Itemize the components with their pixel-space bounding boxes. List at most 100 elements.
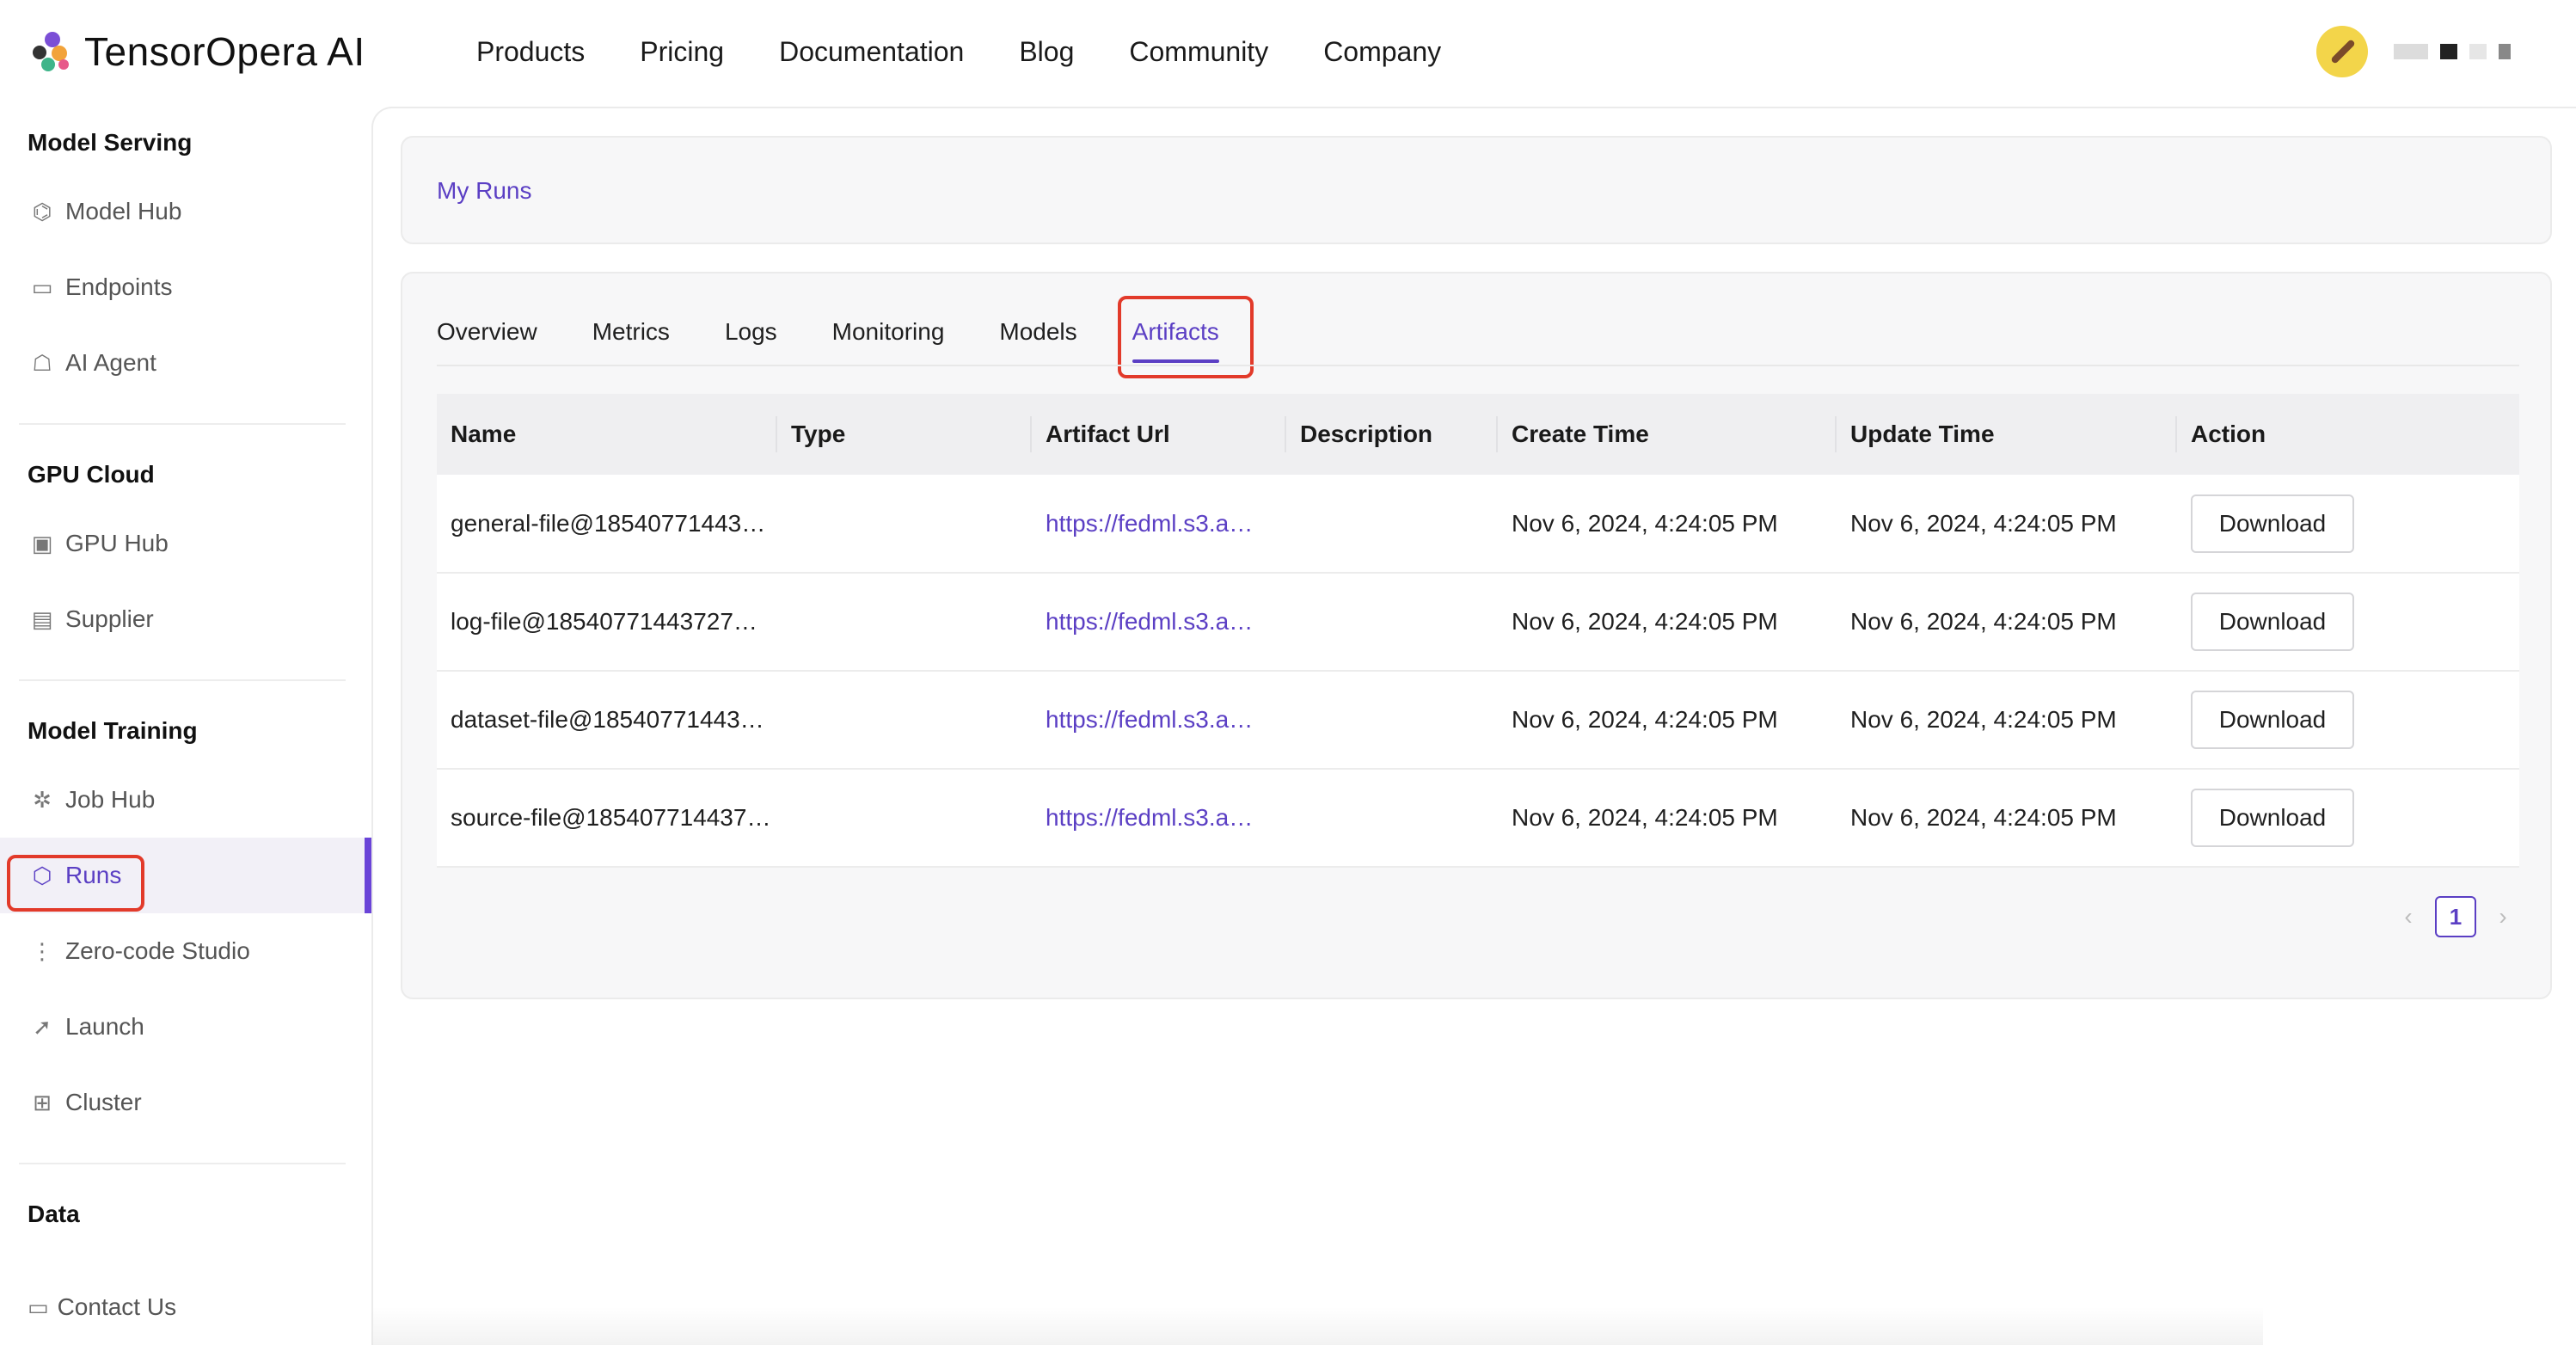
- artifact-create-time: Nov 6, 2024, 4:24:05 PM: [1498, 475, 1837, 574]
- artifact-type: [777, 671, 1032, 770]
- nav-company[interactable]: Company: [1323, 31, 1441, 72]
- sidebar-item-zero-code-studio[interactable]: ⋮ Zero-code Studio: [0, 913, 371, 989]
- artifact-url-link[interactable]: https://fedml.s3.a…: [1032, 671, 1286, 770]
- main-nav: Products Pricing Documentation Blog Comm…: [476, 31, 1496, 72]
- sidebar-divider: [19, 679, 346, 681]
- table-row: source-file@185407714437… https://fedml.…: [437, 769, 2519, 868]
- artifact-url-link[interactable]: https://fedml.s3.a…: [1032, 475, 1286, 574]
- artifact-name: dataset-file@18540771443…: [437, 671, 777, 770]
- top-header: TensorOpera AI Products Pricing Document…: [0, 0, 2576, 107]
- download-button[interactable]: Download: [2191, 789, 2354, 847]
- tab-overview[interactable]: Overview: [437, 313, 537, 351]
- nav-pricing[interactable]: Pricing: [640, 31, 724, 72]
- artifact-update-time: Nov 6, 2024, 4:24:05 PM: [1837, 671, 2177, 770]
- tab-logs[interactable]: Logs: [725, 313, 777, 351]
- nav-community[interactable]: Community: [1129, 31, 1268, 72]
- sidebar-item-label: Job Hub: [65, 786, 156, 813]
- sidebar-divider: [19, 423, 346, 425]
- table-row: dataset-file@18540771443… https://fedml.…: [437, 671, 2519, 770]
- sidebar-item-supplier[interactable]: ▤ Supplier: [0, 581, 371, 657]
- artifacts-table: Name Type Artifact Url Description Creat…: [437, 394, 2519, 868]
- prev-page-button[interactable]: ‹: [2395, 903, 2421, 930]
- section-model-training: Model Training: [28, 717, 198, 744]
- download-button[interactable]: Download: [2191, 494, 2354, 553]
- sidebar-item-label: Model Hub: [65, 198, 182, 224]
- brand-logo[interactable]: TensorOpera AI: [31, 26, 365, 77]
- artifact-create-time: Nov 6, 2024, 4:24:05 PM: [1498, 573, 1837, 672]
- user-menu[interactable]: [2316, 26, 2511, 77]
- sidebar-item-label: Zero-code Studio: [65, 937, 250, 964]
- artifact-url-link[interactable]: https://fedml.s3.a…: [1032, 573, 1286, 672]
- section-gpu-cloud: GPU Cloud: [28, 461, 155, 488]
- logo-icon: [31, 28, 77, 75]
- nav-blog[interactable]: Blog: [1019, 31, 1074, 72]
- tab-models[interactable]: Models: [999, 313, 1076, 351]
- column-header-artifact-url[interactable]: Artifact Url: [1032, 394, 1286, 475]
- endpoints-icon: ▭: [31, 273, 53, 300]
- artifact-type: [777, 769, 1032, 868]
- column-header-update-time[interactable]: Update Time: [1837, 394, 2177, 475]
- sidebar-item-endpoints[interactable]: ▭ Endpoints: [0, 249, 371, 325]
- sidebar-item-label: Launch: [65, 1013, 144, 1040]
- artifact-name: log-file@18540771443727…: [437, 573, 777, 672]
- nav-documentation[interactable]: Documentation: [779, 31, 964, 72]
- page-number-current[interactable]: 1: [2435, 896, 2476, 937]
- artifact-action: Download: [2177, 573, 2519, 672]
- artifact-type: [777, 573, 1032, 672]
- artifact-type: [777, 475, 1032, 574]
- artifact-url-link[interactable]: https://fedml.s3.a…: [1032, 769, 1286, 868]
- artifact-description: [1286, 475, 1498, 574]
- user-name-redacted: [2394, 44, 2511, 59]
- runs-highlight-box: [7, 855, 144, 912]
- artifact-create-time: Nov 6, 2024, 4:24:05 PM: [1498, 671, 1837, 770]
- tabs-divider: [437, 365, 2519, 366]
- sidebar-item-gpu-hub[interactable]: ▣ GPU Hub: [0, 506, 371, 581]
- next-page-button[interactable]: ›: [2490, 903, 2516, 930]
- sidebar-item-cluster[interactable]: ⊞ Cluster: [0, 1065, 371, 1140]
- artifact-description: [1286, 573, 1498, 672]
- contact-us-link[interactable]: ▭ Contact Us: [28, 1293, 176, 1321]
- column-header-create-time[interactable]: Create Time: [1498, 394, 1837, 475]
- download-button[interactable]: Download: [2191, 691, 2354, 749]
- sidebar-item-model-hub[interactable]: ⌬ Model Hub: [0, 174, 371, 249]
- sidebar-item-launch[interactable]: ➚ Launch: [0, 989, 371, 1065]
- column-header-action[interactable]: Action: [2177, 394, 2519, 475]
- studio-icon: ⋮: [31, 937, 53, 964]
- cluster-icon: ⊞: [33, 1089, 52, 1115]
- breadcrumb-my-runs[interactable]: My Runs: [437, 177, 531, 205]
- table-row: general-file@18540771443… https://fedml.…: [437, 475, 2519, 574]
- column-header-type[interactable]: Type: [777, 394, 1032, 475]
- sidebar-divider: [19, 1163, 346, 1164]
- rocket-icon: ➚: [33, 1013, 52, 1040]
- artifact-update-time: Nov 6, 2024, 4:24:05 PM: [1837, 573, 2177, 672]
- column-header-name[interactable]: Name: [437, 394, 777, 475]
- sidebar-item-label: GPU Hub: [65, 530, 169, 556]
- artifact-description: [1286, 769, 1498, 868]
- download-button[interactable]: Download: [2191, 593, 2354, 651]
- nav-products[interactable]: Products: [476, 31, 585, 72]
- artifact-name: source-file@185407714437…: [437, 769, 777, 868]
- sidebar-item-ai-agent[interactable]: ☖ AI Agent: [0, 325, 371, 401]
- job-hub-icon: ✲: [33, 786, 52, 813]
- ai-agent-icon: ☖: [32, 349, 52, 376]
- contact-us-label: Contact Us: [57, 1293, 177, 1320]
- artifact-update-time: Nov 6, 2024, 4:24:05 PM: [1837, 769, 2177, 868]
- column-header-description[interactable]: Description: [1286, 394, 1498, 475]
- tab-monitoring[interactable]: Monitoring: [832, 313, 945, 351]
- artifact-action: Download: [2177, 769, 2519, 868]
- artifacts-card: Overview Metrics Logs Monitoring Models …: [401, 272, 2552, 999]
- model-hub-icon: ⌬: [32, 198, 52, 224]
- artifact-name: general-file@18540771443…: [437, 475, 777, 574]
- artifact-action: Download: [2177, 671, 2519, 770]
- avatar[interactable]: [2316, 26, 2368, 77]
- artifact-update-time: Nov 6, 2024, 4:24:05 PM: [1837, 475, 2177, 574]
- artifact-create-time: Nov 6, 2024, 4:24:05 PM: [1498, 769, 1837, 868]
- table-row: log-file@18540771443727… https://fedml.s…: [437, 573, 2519, 672]
- tab-metrics[interactable]: Metrics: [592, 313, 670, 351]
- bottom-shadow: [371, 1307, 2263, 1345]
- sidebar-item-job-hub[interactable]: ✲ Job Hub: [0, 762, 371, 838]
- table-header-row: Name Type Artifact Url Description Creat…: [437, 394, 2519, 475]
- artifact-action: Download: [2177, 475, 2519, 574]
- pagination: ‹ 1 ›: [2395, 896, 2516, 937]
- sidebar-item-label: Endpoints: [65, 273, 173, 300]
